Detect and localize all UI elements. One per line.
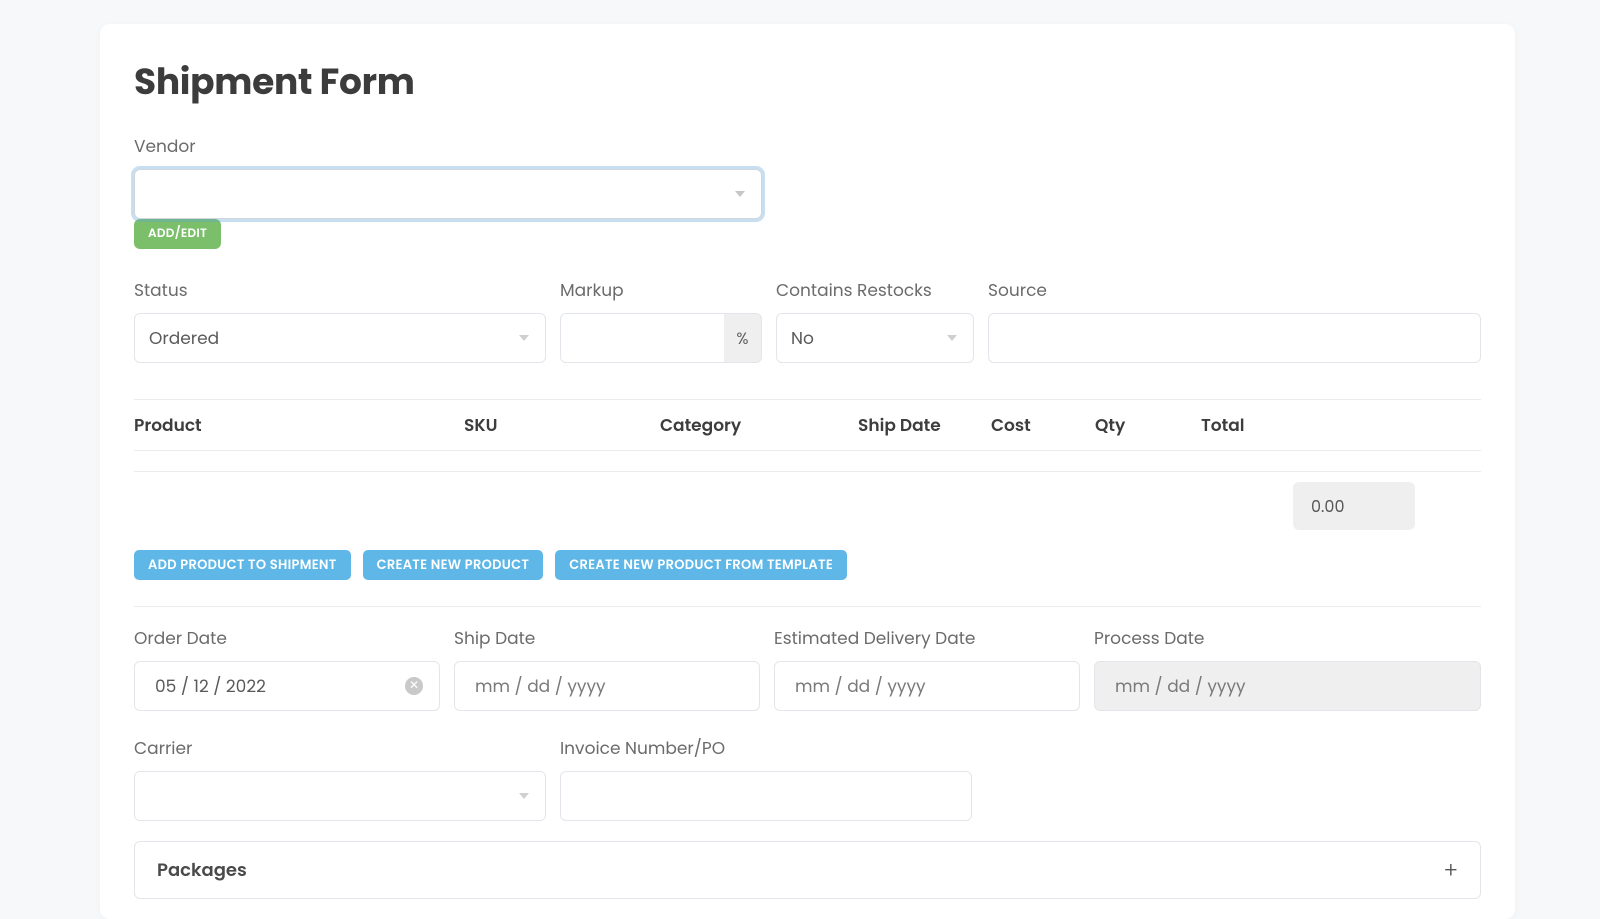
product-action-row: ADD PRODUCT TO SHIPMENT CREATE NEW PRODU… [134, 550, 1481, 580]
status-select[interactable]: Ordered [134, 313, 546, 363]
order-date-input[interactable]: 05 / 12 / 2022 ✕ [134, 661, 440, 711]
restocks-label: Contains Restocks [776, 277, 974, 303]
chevron-down-icon [519, 335, 529, 341]
table-body-empty [134, 451, 1481, 471]
carrier-label: Carrier [134, 735, 546, 761]
restocks-select[interactable]: No [776, 313, 974, 363]
header-sku: SKU [464, 412, 660, 438]
packages-label: Packages [157, 857, 247, 884]
process-date-field: Process Date mm / dd / yyyy [1094, 625, 1481, 711]
est-delivery-field: Estimated Delivery Date mm / dd / yyyy [774, 625, 1080, 711]
ship-date-input[interactable]: mm / dd / yyyy [454, 661, 760, 711]
markup-suffix: % [724, 313, 762, 363]
product-table: Product SKU Category Ship Date Cost Qty … [134, 399, 1481, 472]
carrier-invoice-row: Carrier Invoice Number/PO [134, 735, 1481, 821]
meta-row: Status Ordered Markup % Contains Restock… [134, 277, 1481, 363]
add-product-button[interactable]: ADD PRODUCT TO SHIPMENT [134, 550, 351, 580]
table-footer: 0.00 [134, 472, 1481, 540]
create-product-button[interactable]: CREATE NEW PRODUCT [363, 550, 544, 580]
source-label: Source [988, 277, 1481, 303]
header-ship-date: Ship Date [858, 412, 991, 438]
packages-accordion[interactable]: Packages + [134, 841, 1481, 899]
create-product-template-button[interactable]: CREATE NEW PRODUCT FROM TEMPLATE [555, 550, 847, 580]
process-date-placeholder: mm / dd / yyyy [1115, 673, 1246, 699]
process-date-label: Process Date [1094, 625, 1481, 651]
restocks-value: No [791, 325, 814, 351]
order-date-field: Order Date 05 / 12 / 2022 ✕ [134, 625, 440, 711]
invoice-field: Invoice Number/PO [560, 735, 972, 821]
vendor-select[interactable] [134, 169, 762, 219]
ship-date-label: Ship Date [454, 625, 760, 651]
chevron-down-icon [947, 335, 957, 341]
order-date-label: Order Date [134, 625, 440, 651]
page: Shipment Form Vendor ADD/EDIT Status Ord… [0, 0, 1600, 900]
status-field: Status Ordered [134, 277, 546, 363]
est-delivery-placeholder: mm / dd / yyyy [795, 673, 926, 699]
vendor-field: Vendor ADD/EDIT [134, 133, 1481, 249]
markup-wrap: % [560, 313, 762, 363]
source-field: Source [988, 277, 1481, 363]
markup-input[interactable] [560, 313, 724, 363]
carrier-select[interactable] [134, 771, 546, 821]
add-edit-vendor-button[interactable]: ADD/EDIT [134, 219, 221, 249]
vendor-label: Vendor [134, 133, 1481, 159]
est-delivery-input[interactable]: mm / dd / yyyy [774, 661, 1080, 711]
est-delivery-label: Estimated Delivery Date [774, 625, 1080, 651]
status-value: Ordered [149, 325, 219, 351]
date-row: Order Date 05 / 12 / 2022 ✕ Ship Date mm… [134, 625, 1481, 711]
process-date-input: mm / dd / yyyy [1094, 661, 1481, 711]
page-title: Shipment Form [134, 54, 1481, 109]
chevron-down-icon [735, 191, 745, 197]
ship-date-field: Ship Date mm / dd / yyyy [454, 625, 760, 711]
total-display: 0.00 [1293, 482, 1415, 530]
form-card: Shipment Form Vendor ADD/EDIT Status Ord… [100, 24, 1515, 919]
invoice-label: Invoice Number/PO [560, 735, 972, 761]
carrier-field: Carrier [134, 735, 546, 821]
markup-label: Markup [560, 277, 762, 303]
divider [134, 606, 1481, 607]
invoice-input[interactable] [560, 771, 972, 821]
table-header-row: Product SKU Category Ship Date Cost Qty … [134, 400, 1481, 451]
header-cost: Cost [991, 412, 1095, 438]
markup-field: Markup % [560, 277, 762, 363]
clear-icon[interactable]: ✕ [405, 677, 423, 695]
header-qty: Qty [1095, 412, 1201, 438]
restocks-field: Contains Restocks No [776, 277, 974, 363]
order-date-value: 05 / 12 / 2022 [155, 673, 266, 699]
status-label: Status [134, 277, 546, 303]
chevron-down-icon [519, 793, 529, 799]
header-product: Product [134, 412, 464, 438]
header-total: Total [1201, 412, 1481, 438]
plus-icon[interactable]: + [1444, 854, 1458, 887]
source-input[interactable] [988, 313, 1481, 363]
header-category: Category [660, 412, 858, 438]
ship-date-placeholder: mm / dd / yyyy [475, 673, 606, 699]
